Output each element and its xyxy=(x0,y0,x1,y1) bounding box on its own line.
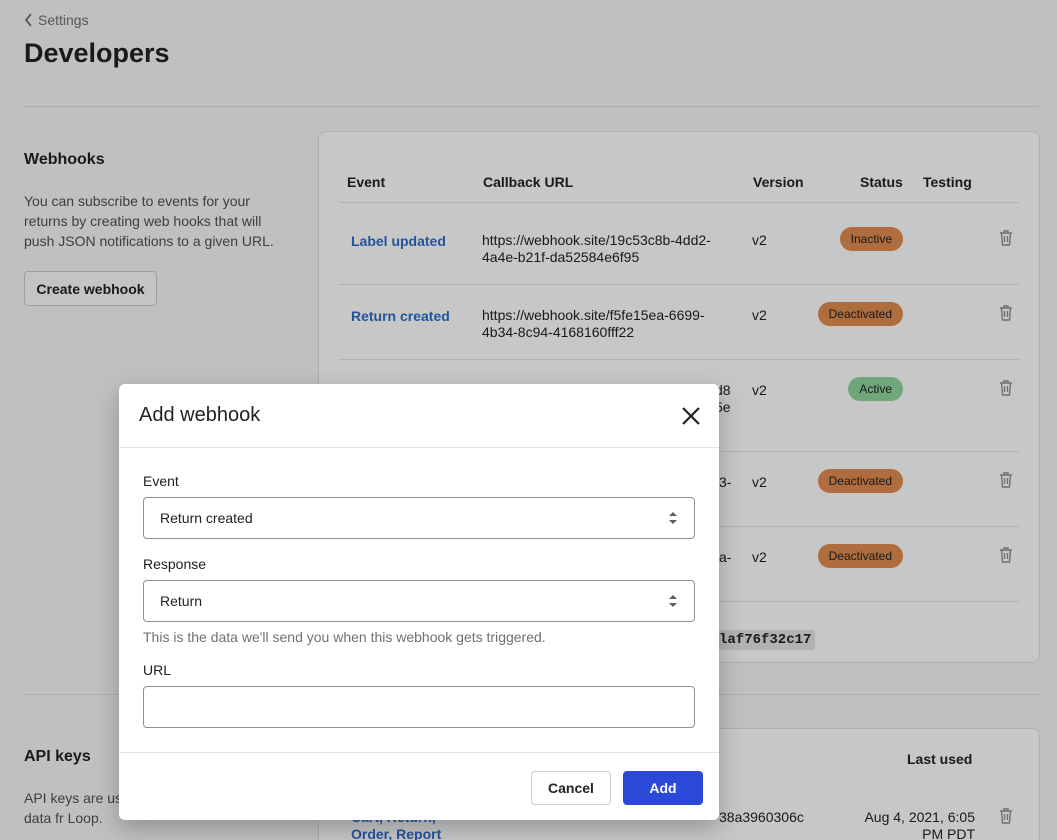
response-help-text: This is the data we'll send you when thi… xyxy=(143,629,546,645)
response-select[interactable]: Return xyxy=(143,580,695,622)
modal-header: Add webhook xyxy=(119,384,719,448)
modal-footer: Cancel Add xyxy=(119,752,719,820)
event-select-value: Return created xyxy=(160,510,253,526)
select-arrows-icon xyxy=(669,512,677,524)
select-arrows-icon xyxy=(669,595,677,607)
event-label: Event xyxy=(143,473,179,489)
close-button[interactable] xyxy=(679,404,703,428)
add-webhook-modal: Add webhook Event Return created Respons… xyxy=(119,384,719,820)
response-label: Response xyxy=(143,556,207,572)
event-select[interactable]: Return created xyxy=(143,497,695,539)
add-button[interactable]: Add xyxy=(623,771,703,805)
close-icon xyxy=(682,406,700,425)
response-select-value: Return xyxy=(160,593,203,609)
url-label: URL xyxy=(143,662,172,678)
modal-title: Add webhook xyxy=(139,404,261,426)
cancel-button[interactable]: Cancel xyxy=(531,771,611,805)
url-input[interactable] xyxy=(143,686,695,728)
